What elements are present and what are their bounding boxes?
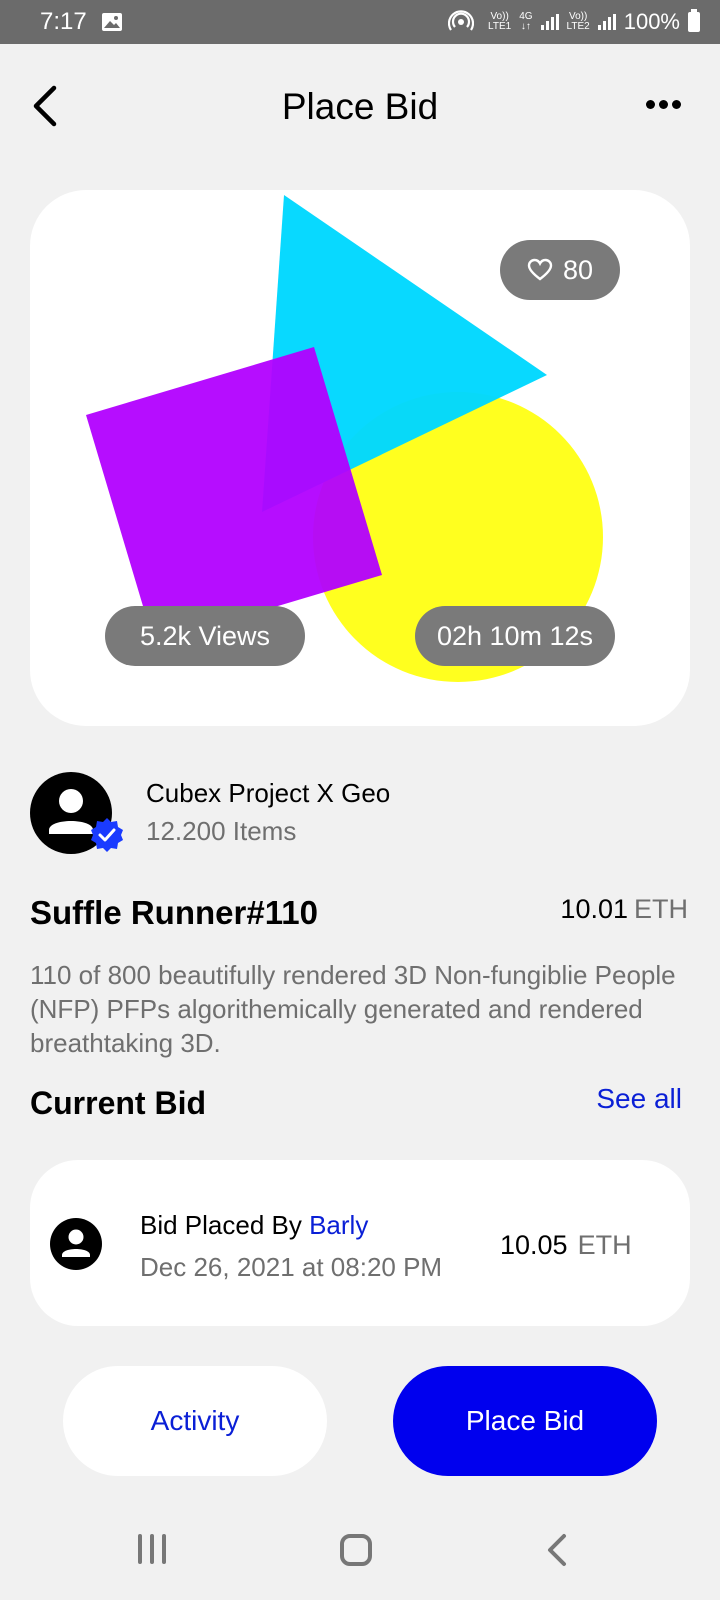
bid-card[interactable]: Bid Placed By Barly Dec 26, 2021 at 08:2… (30, 1160, 690, 1326)
back-nav-icon[interactable] (544, 1530, 570, 1570)
item-price: 10.01 ETH (560, 894, 688, 925)
user-icon (50, 1218, 102, 1270)
views-badge: 5.2k Views (105, 606, 305, 666)
item-title: Suffle Runner#110 (30, 894, 318, 931)
bidder-name-link[interactable]: Barly (309, 1210, 368, 1240)
bid-amount: 10.05 ETH (500, 1230, 632, 1261)
status-time: 7:17 (40, 8, 87, 35)
heart-icon (527, 258, 553, 281)
sim1-label: Vo)) LTE1 (488, 11, 512, 32)
bid-placed-by: Bid Placed By Barly (140, 1210, 368, 1241)
battery-icon (688, 9, 700, 32)
battery-level: 100% (623, 9, 680, 34)
countdown-timer: 02h 10m 12s (415, 606, 615, 666)
signal-icon (540, 14, 559, 30)
see-all-link[interactable]: See all (596, 1083, 682, 1115)
hotspot-icon (448, 10, 475, 31)
bid-amount-unit: ETH (577, 1230, 632, 1260)
activity-button[interactable]: Activity (63, 1366, 327, 1476)
item-price-value: 10.01 (560, 894, 628, 924)
verified-badge-icon (91, 818, 123, 852)
more-horizontal-icon[interactable] (646, 100, 681, 109)
creator-items-count: 12.200 Items (146, 816, 297, 846)
bid-date: Dec 26, 2021 at 08:20 PM (140, 1252, 443, 1282)
likes-count: 80 (562, 254, 594, 285)
gallery-icon (101, 13, 122, 31)
creator-row[interactable]: Cubex Project X Geo 12.200 Items (30, 772, 690, 856)
page-title: Place Bid (281, 86, 439, 127)
place-bid-button[interactable]: Place Bid (393, 1366, 657, 1476)
header: Place Bid (0, 44, 720, 168)
bid-amount-value: 10.05 (500, 1230, 568, 1260)
creator-name: Cubex Project X Geo (146, 778, 391, 808)
signal-icon (597, 14, 616, 30)
nft-card[interactable]: 80 5.2k Views 02h 10m 12s (30, 190, 690, 726)
status-bar: 7:17 Vo)) LTE1 4G ↓↑ Vo)) LTE2 100% (0, 0, 720, 44)
home-icon[interactable] (340, 1534, 372, 1566)
bid-prefix: Bid Placed By (140, 1210, 310, 1240)
item-price-unit: ETH (634, 894, 688, 924)
likes-badge[interactable]: 80 (500, 240, 620, 300)
network-label: 4G ↓↑ (519, 11, 533, 32)
item-description: 110 of 800 beautifully rendered 3D Non-f… (30, 960, 676, 1058)
system-nav-bar (0, 1500, 720, 1600)
current-bid-heading: Current Bid (30, 1085, 206, 1121)
recents-icon[interactable] (138, 1534, 166, 1564)
sim2-label: Vo)) LTE2 (566, 11, 590, 32)
